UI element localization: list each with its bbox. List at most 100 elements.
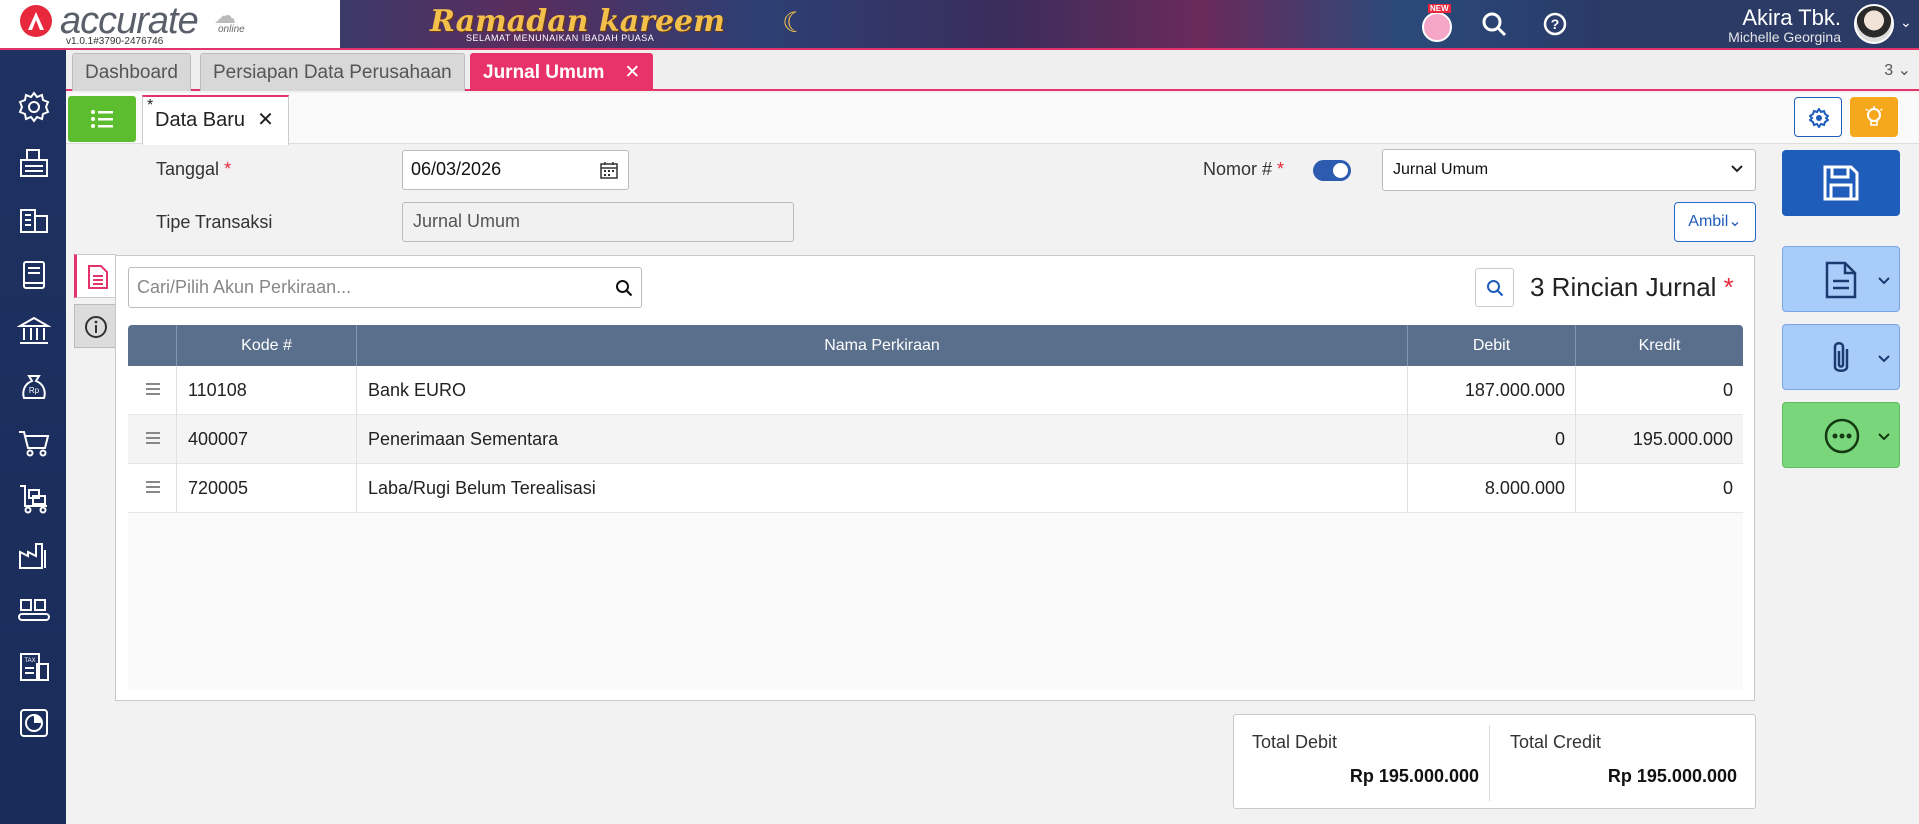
money-bag-icon[interactable]: Rp xyxy=(17,370,51,404)
search-placeholder: Cari/Pilih Akun Perkiraan... xyxy=(137,277,352,297)
help-icon[interactable]: ? xyxy=(1541,10,1571,40)
top-header: accurate ☁ online v1.0.1#3790-2476746 Ra… xyxy=(0,0,1919,50)
tab-count[interactable]: 3 ⌄ xyxy=(1884,60,1911,80)
avatar[interactable] xyxy=(1854,4,1894,44)
factory-icon[interactable] xyxy=(17,538,51,572)
attachment-button[interactable] xyxy=(1782,324,1900,390)
bank-icon[interactable] xyxy=(16,314,52,348)
total-debit-value: Rp 195.000.000 xyxy=(1349,766,1479,786)
cell-kode: 400007 xyxy=(176,415,356,464)
info-icon xyxy=(85,316,107,338)
auto-number-toggle[interactable] xyxy=(1313,160,1351,181)
tanggal-value: 06/03/2026 xyxy=(411,159,502,179)
total-credit-label: Total Credit xyxy=(1510,732,1602,752)
close-icon[interactable]: ✕ xyxy=(624,62,640,83)
chevron-down-icon[interactable]: ⌄ xyxy=(1900,14,1912,31)
gear-icon[interactable] xyxy=(17,90,51,124)
close-icon[interactable]: ✕ xyxy=(257,109,274,131)
tab-count-value: 3 xyxy=(1884,62,1894,79)
pie-chart-icon[interactable] xyxy=(17,706,51,740)
cell-nama: Laba/Rugi Belum Terealisasi xyxy=(356,464,1407,513)
cell-debit: 0 xyxy=(1407,415,1575,464)
svg-text:Rp: Rp xyxy=(29,386,40,395)
search-icon xyxy=(1487,280,1504,297)
search-icon[interactable] xyxy=(615,279,633,297)
total-credit-value: Rp 195.000.000 xyxy=(1607,766,1737,786)
tips-button[interactable] xyxy=(1850,97,1898,137)
tab-info-lainnya[interactable] xyxy=(74,304,116,348)
document-menu-button[interactable] xyxy=(1782,246,1900,312)
crescent-moon-icon: ☾ xyxy=(782,7,808,38)
chevron-down-icon xyxy=(1878,277,1890,285)
tab-data-baru[interactable]: * Data Baru ✕ xyxy=(142,95,289,145)
total-debit-label: Total Debit xyxy=(1252,732,1338,752)
account-search-input[interactable]: Cari/Pilih Akun Perkiraan... xyxy=(128,267,642,308)
lightbulb-icon xyxy=(1865,106,1883,126)
more-actions-button[interactable] xyxy=(1782,402,1900,468)
chevron-down-icon xyxy=(1731,165,1743,173)
paperclip-icon xyxy=(1833,342,1849,372)
delivery-cart-icon[interactable] xyxy=(17,482,51,516)
tab-rincian[interactable] xyxy=(74,254,116,298)
search-icon[interactable] xyxy=(1480,10,1510,40)
tab-dashboard[interactable]: Dashboard xyxy=(72,53,191,91)
cell-kredit: 195.000.000 xyxy=(1575,415,1743,464)
table-row[interactable]: 110108 Bank EURO 187.000.000 0 xyxy=(128,366,1743,415)
banner-subtitle: SELAMAT MENUNAIKAN IBADAH PUASA xyxy=(466,33,655,43)
logo-online: online xyxy=(218,24,245,35)
chevron-down-icon xyxy=(1878,433,1890,441)
gear-icon xyxy=(1809,108,1829,128)
cart-icon[interactable] xyxy=(17,426,51,460)
tax-icon[interactable]: TAX xyxy=(17,650,51,684)
mascot-icon xyxy=(1422,12,1452,42)
settings-button[interactable] xyxy=(1794,97,1842,137)
table-row[interactable]: 400007 Penerimaan Sementara 0 195.000.00… xyxy=(128,415,1743,464)
col-kredit[interactable]: Kredit xyxy=(1575,325,1743,366)
whats-new-button[interactable]: NEW xyxy=(1420,4,1454,44)
chevron-down-icon xyxy=(1878,355,1890,363)
col-nama-perkiraan[interactable]: Nama Perkiraan xyxy=(356,325,1407,366)
module-tab-bar: Dashboard Persiapan Data Perusahaan Jurn… xyxy=(66,50,1919,91)
drag-handle-icon[interactable] xyxy=(128,415,176,464)
tab-label: Dashboard xyxy=(85,62,178,83)
cell-debit: 8.000.000 xyxy=(1407,464,1575,513)
tanggal-input[interactable]: 06/03/2026 xyxy=(402,150,629,190)
accurate-logo-icon xyxy=(20,5,52,37)
tab-jurnal-umum[interactable]: Jurnal Umum ✕ xyxy=(470,53,654,91)
tab-persiapan-data-perusahaan[interactable]: Persiapan Data Perusahaan xyxy=(200,53,465,91)
unsaved-marker: * xyxy=(147,97,154,114)
tab-label: Jurnal Umum xyxy=(483,62,605,83)
nomor-select[interactable]: Jurnal Umum xyxy=(1382,149,1756,191)
rincian-title: 3 Rincian Jurnal * xyxy=(1530,272,1734,302)
cell-kode: 720005 xyxy=(176,464,356,513)
list-view-button[interactable] xyxy=(68,96,136,142)
table-row[interactable]: 720005 Laba/Rugi Belum Terealisasi 8.000… xyxy=(128,464,1743,513)
find-detail-button[interactable] xyxy=(1475,268,1514,307)
sidebar: Rp TAX xyxy=(0,50,66,824)
cell-kredit: 0 xyxy=(1575,464,1743,513)
logo-area: accurate ☁ online v1.0.1#3790-2476746 xyxy=(0,0,340,48)
building-icon[interactable] xyxy=(17,202,51,236)
col-drag xyxy=(128,325,176,366)
ambil-button[interactable]: Ambil⌄ xyxy=(1674,202,1756,242)
cell-nama: Penerimaan Sementara xyxy=(356,415,1407,464)
tab-label: Persiapan Data Perusahaan xyxy=(213,62,452,83)
drag-handle-icon[interactable] xyxy=(128,464,176,513)
conveyor-icon[interactable] xyxy=(17,594,51,628)
tipe-transaksi-label: Tipe Transaksi xyxy=(156,212,273,232)
fax-icon[interactable] xyxy=(17,146,51,180)
nomor-label: Nomor # * xyxy=(1203,159,1285,179)
col-kode[interactable]: Kode # xyxy=(176,325,356,366)
tanggal-label: Tanggal * xyxy=(156,159,232,179)
calendar-icon[interactable] xyxy=(600,161,618,179)
save-button[interactable] xyxy=(1782,150,1900,216)
document-icon xyxy=(1825,261,1857,299)
svg-text:TAX: TAX xyxy=(24,658,35,664)
book-icon[interactable] xyxy=(17,258,51,292)
drag-handle-icon[interactable] xyxy=(128,366,176,415)
list-icon xyxy=(91,110,113,128)
totals-panel: Total Debit Rp 195.000.000 Total Credit … xyxy=(1233,714,1756,809)
col-debit[interactable]: Debit xyxy=(1407,325,1575,366)
doc-tab-label: Data Baru xyxy=(155,109,246,131)
document-icon xyxy=(88,265,108,289)
